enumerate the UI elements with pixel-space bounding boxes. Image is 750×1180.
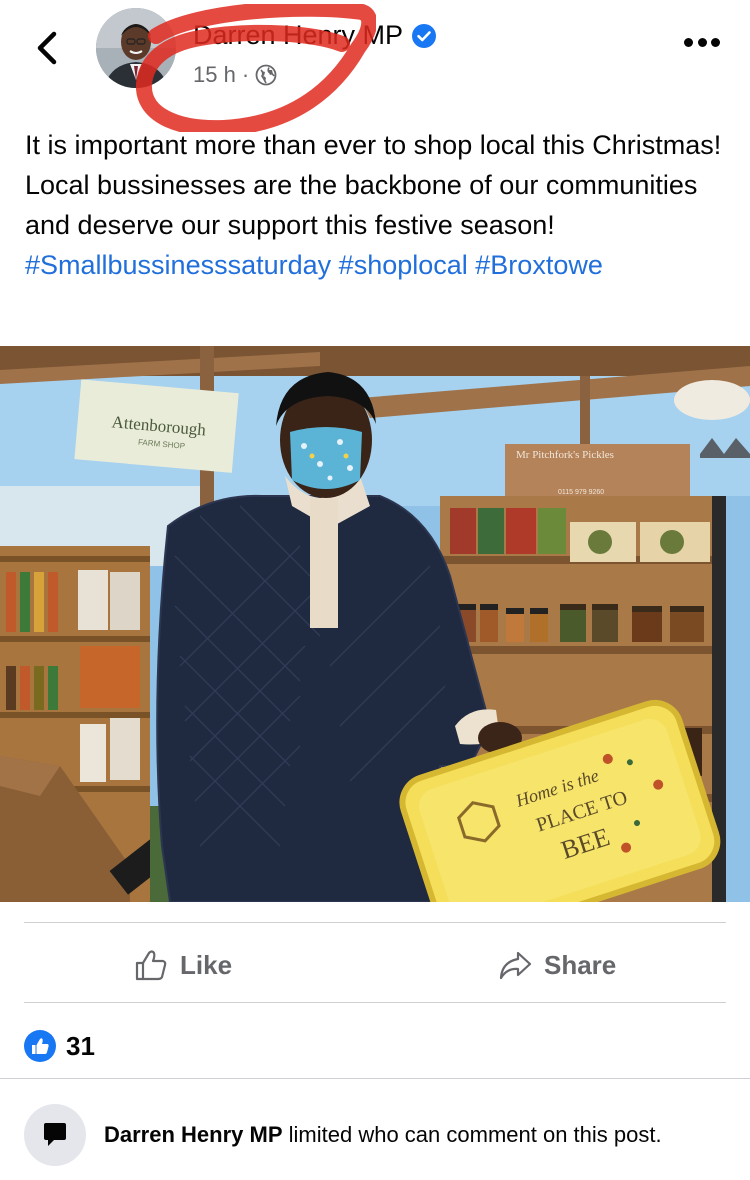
back-arrow-icon[interactable] (30, 28, 66, 68)
hashtag-smallbusiness[interactable]: #Smallbussinesssaturday (25, 250, 331, 280)
share-label[interactable]: Share (544, 950, 616, 981)
notice-author[interactable]: Darren Henry MP (104, 1122, 283, 1147)
reaction-summary[interactable]: 31 (24, 1030, 95, 1062)
post-header: Darren Henry MP 15 h · (0, 0, 750, 132)
notice-text: Darren Henry MP limited who can comment … (104, 1122, 662, 1148)
avatar[interactable] (96, 8, 176, 88)
share-button[interactable]: Share (498, 945, 616, 985)
meta-separator: · (241, 62, 250, 87)
shelf-sign-phone: 0115 979 9260 (558, 489, 604, 496)
speech-bubble-icon (24, 1104, 86, 1166)
notice-message: limited who can comment on this post. (288, 1122, 662, 1147)
divider-top (24, 922, 726, 923)
share-arrow-icon (499, 951, 532, 980)
hashtag-broxtowe[interactable]: #Broxtowe (475, 250, 603, 280)
globe-icon (255, 64, 277, 86)
like-label[interactable]: Like (180, 950, 232, 981)
like-button[interactable]: Like (134, 945, 232, 985)
like-reaction-icon (24, 1030, 56, 1062)
author-name-text[interactable]: Darren Henry MP (193, 20, 403, 51)
author-name[interactable]: Darren Henry MP (193, 20, 437, 51)
divider-middle (24, 1002, 726, 1003)
hashtag-shoplocal[interactable]: #shoplocal (339, 250, 468, 280)
thumbs-up-icon (135, 950, 167, 981)
verified-badge-icon (412, 23, 437, 48)
shelf-sign-text: Mr Pitchfork's Pickles (516, 449, 614, 461)
post-text: It is important more than ever to shop l… (25, 130, 722, 240)
divider-bottom (0, 1078, 750, 1079)
shop-sign: Attenborough FARM SHOP (74, 379, 239, 473)
more-options-icon[interactable] (684, 38, 720, 52)
limited-comments-notice: Darren Henry MP limited who can comment … (24, 1104, 734, 1166)
reaction-count[interactable]: 31 (66, 1031, 95, 1062)
post-meta: 15 h · (193, 62, 277, 88)
post-time[interactable]: 15 h (193, 62, 236, 88)
post-body: It is important more than ever to shop l… (25, 125, 725, 285)
post-photo[interactable]: Attenborough FARM SHOP Mr Pitchfork's Pi… (0, 346, 750, 902)
